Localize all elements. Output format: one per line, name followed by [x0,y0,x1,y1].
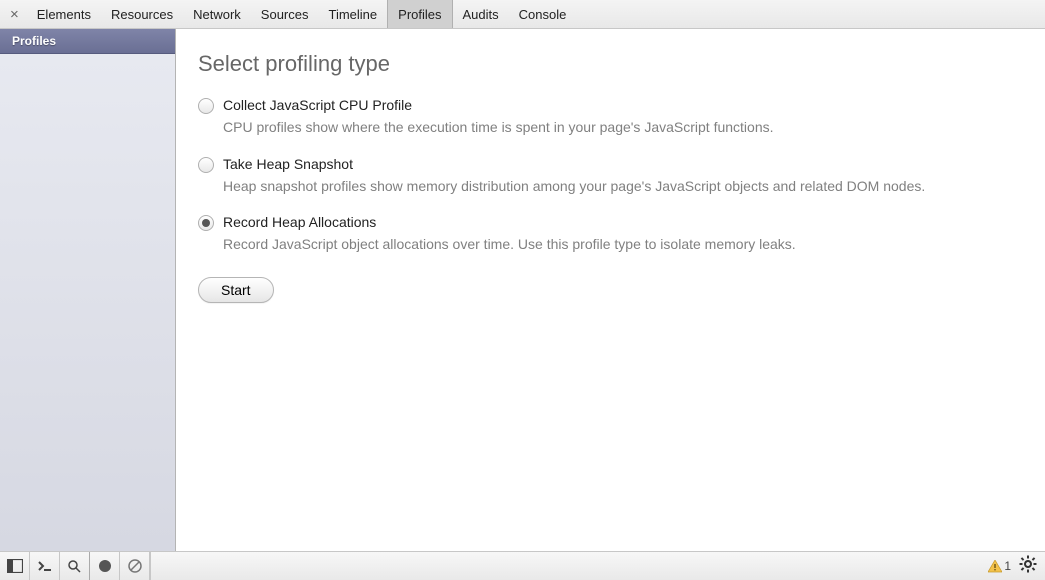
status-right: 1 [988,552,1045,580]
option-title[interactable]: Record Heap Allocations [223,214,1023,230]
record-icon[interactable] [90,552,120,580]
radio-cpu-profile[interactable] [198,98,214,114]
clear-icon[interactable] [120,552,150,580]
option-title[interactable]: Take Heap Snapshot [223,156,1023,172]
option-desc: Heap snapshot profiles show memory distr… [223,177,1023,197]
option-desc: Record JavaScript object allocations ove… [223,235,1023,255]
option-body: Collect JavaScript CPU Profile CPU profi… [223,97,1023,138]
tab-console[interactable]: Console [509,0,577,28]
tab-audits[interactable]: Audits [453,0,509,28]
gear-icon[interactable] [1019,555,1037,578]
content-panel: Select profiling type Collect JavaScript… [176,29,1045,551]
page-heading: Select profiling type [198,51,1023,77]
tab-label: Network [193,7,241,22]
tab-label: Sources [261,7,309,22]
start-button[interactable]: Start [198,277,274,303]
tab-profiles[interactable]: Profiles [387,0,452,28]
option-cpu-profile: Collect JavaScript CPU Profile CPU profi… [198,97,1023,138]
option-body: Record Heap Allocations Record JavaScrip… [223,214,1023,255]
console-icon[interactable] [30,552,60,580]
tab-label: Audits [463,7,499,22]
radio-heap-allocations[interactable] [198,215,214,231]
status-spacer [150,552,988,580]
radio-heap-snapshot[interactable] [198,157,214,173]
tab-label: Timeline [329,7,378,22]
tab-resources[interactable]: Resources [101,0,183,28]
warnings-indicator[interactable]: 1 [988,559,1011,573]
option-body: Take Heap Snapshot Heap snapshot profile… [223,156,1023,197]
tab-label: Elements [37,7,91,22]
tab-label: Profiles [398,7,441,22]
top-tab-bar: × Elements Resources Network Sources Tim… [0,0,1045,29]
option-desc: CPU profiles show where the execution ti… [223,118,1023,138]
option-heap-snapshot: Take Heap Snapshot Heap snapshot profile… [198,156,1023,197]
sidebar-header-label: Profiles [12,34,56,48]
main-area: Profiles Select profiling type Collect J… [0,29,1045,551]
tab-network[interactable]: Network [183,0,251,28]
warnings-count: 1 [1004,559,1011,573]
tabs-container: Elements Resources Network Sources Timel… [27,0,577,28]
search-icon[interactable] [60,552,90,580]
dock-icon[interactable] [0,552,30,580]
tab-label: Resources [111,7,173,22]
status-bar: 1 [0,551,1045,580]
close-icon[interactable]: × [6,6,27,23]
option-title[interactable]: Collect JavaScript CPU Profile [223,97,1023,113]
tab-elements[interactable]: Elements [27,0,101,28]
sidebar: Profiles [0,29,176,551]
tab-timeline[interactable]: Timeline [319,0,388,28]
option-heap-allocations: Record Heap Allocations Record JavaScrip… [198,214,1023,255]
sidebar-header: Profiles [0,29,175,54]
tab-label: Console [519,7,567,22]
tab-sources[interactable]: Sources [251,0,319,28]
warning-icon [988,560,1002,573]
